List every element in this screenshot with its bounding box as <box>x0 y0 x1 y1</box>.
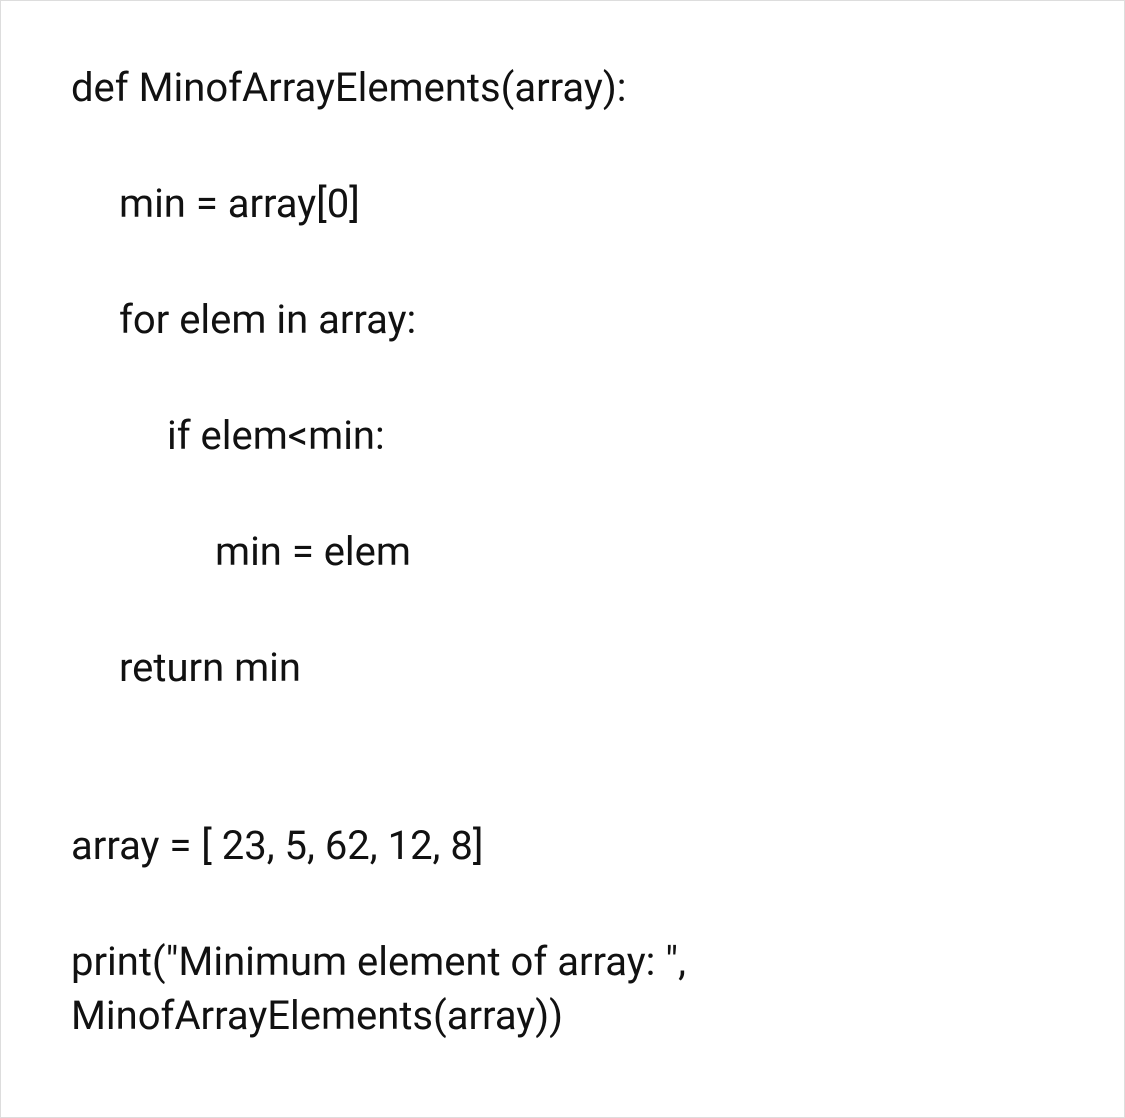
blank-line <box>71 757 1054 819</box>
code-line: min = elem <box>71 525 1054 579</box>
blank-line <box>71 115 1054 177</box>
code-line: for elem in array: <box>71 293 1054 347</box>
code-line: if elem<min: <box>71 409 1054 463</box>
blank-line <box>71 695 1054 757</box>
code-line: return min <box>71 641 1054 695</box>
blank-line <box>71 231 1054 293</box>
code-line: def MinofArrayElements(array): <box>71 61 1054 115</box>
code-block: def MinofArrayElements(array): min = arr… <box>71 61 1054 1043</box>
blank-line <box>71 347 1054 409</box>
blank-line <box>71 873 1054 935</box>
blank-line <box>71 579 1054 641</box>
code-line: print("Minimum element of array: ", Mino… <box>71 935 1054 1043</box>
blank-line <box>71 463 1054 525</box>
code-line: array = [ 23, 5, 62, 12, 8] <box>71 819 1054 873</box>
code-line: min = array[0] <box>71 177 1054 231</box>
code-page: def MinofArrayElements(array): min = arr… <box>0 0 1125 1118</box>
